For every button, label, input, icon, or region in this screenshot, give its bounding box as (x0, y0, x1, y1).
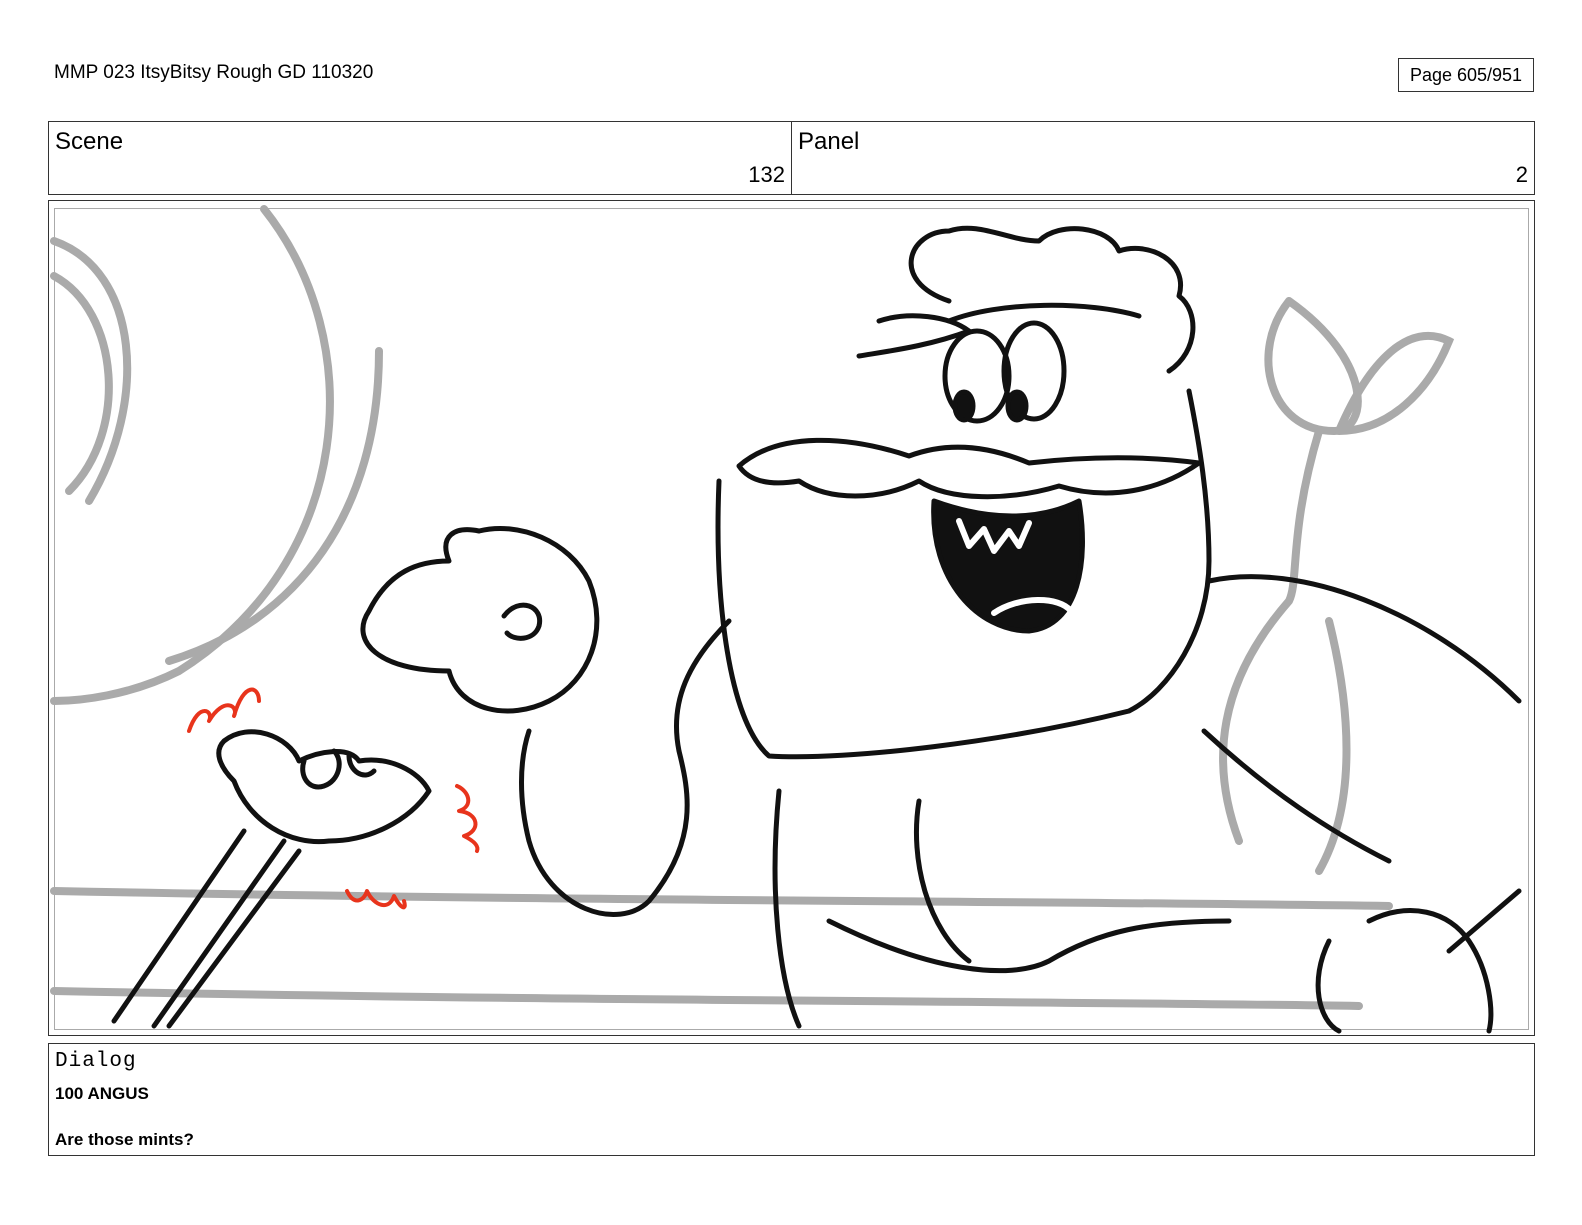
dialog-line: Are those mints? (55, 1130, 194, 1149)
scene-number: 132 (748, 162, 785, 187)
angus-shirt-fold (914, 798, 972, 964)
angus-body-line (1201, 728, 1392, 864)
scene-cell: Scene 132 (49, 122, 791, 194)
dialog-speaker: 100 ANGUS (55, 1084, 149, 1103)
dialog-section: Dialog 100 ANGUS Are those mints? (48, 1043, 1535, 1156)
angus-right-hand (1315, 888, 1522, 1034)
angus-pointing-hand (360, 525, 600, 714)
panel-cell: Panel 2 (791, 122, 1534, 194)
character-small-hand (111, 729, 432, 1029)
angus-lower-arm (826, 918, 1232, 974)
storyboard-sketch (50, 205, 1522, 1034)
angus-mouth (931, 498, 1085, 634)
scene-label: Scene (55, 128, 124, 155)
squiggle-top (187, 687, 261, 733)
dialog-label: Dialog (55, 1050, 137, 1073)
storyboard-panel (48, 200, 1535, 1036)
angus-shoulder (1206, 574, 1522, 704)
background-rough-lines (50, 205, 1455, 1010)
character-angus (360, 225, 1522, 1034)
motion-squiggles (187, 687, 480, 910)
panel-number: 2 (1515, 162, 1528, 187)
angus-belly (772, 788, 802, 1029)
scene-panel-header: Scene 132 Panel 2 (48, 121, 1535, 195)
angus-raised-arm (519, 618, 732, 917)
panel-label: Panel (798, 128, 860, 155)
squiggle-right (455, 784, 480, 853)
angus-mustache (736, 437, 1202, 500)
angus-headband (946, 302, 1142, 324)
document-title: MMP 023 ItsyBitsy Rough GD 110320 (54, 62, 374, 83)
angus-right-pupil (1005, 389, 1029, 423)
angus-left-pupil (952, 389, 976, 423)
page-indicator: Page 605/951 (1398, 58, 1534, 92)
angus-finger-curl (501, 602, 543, 641)
